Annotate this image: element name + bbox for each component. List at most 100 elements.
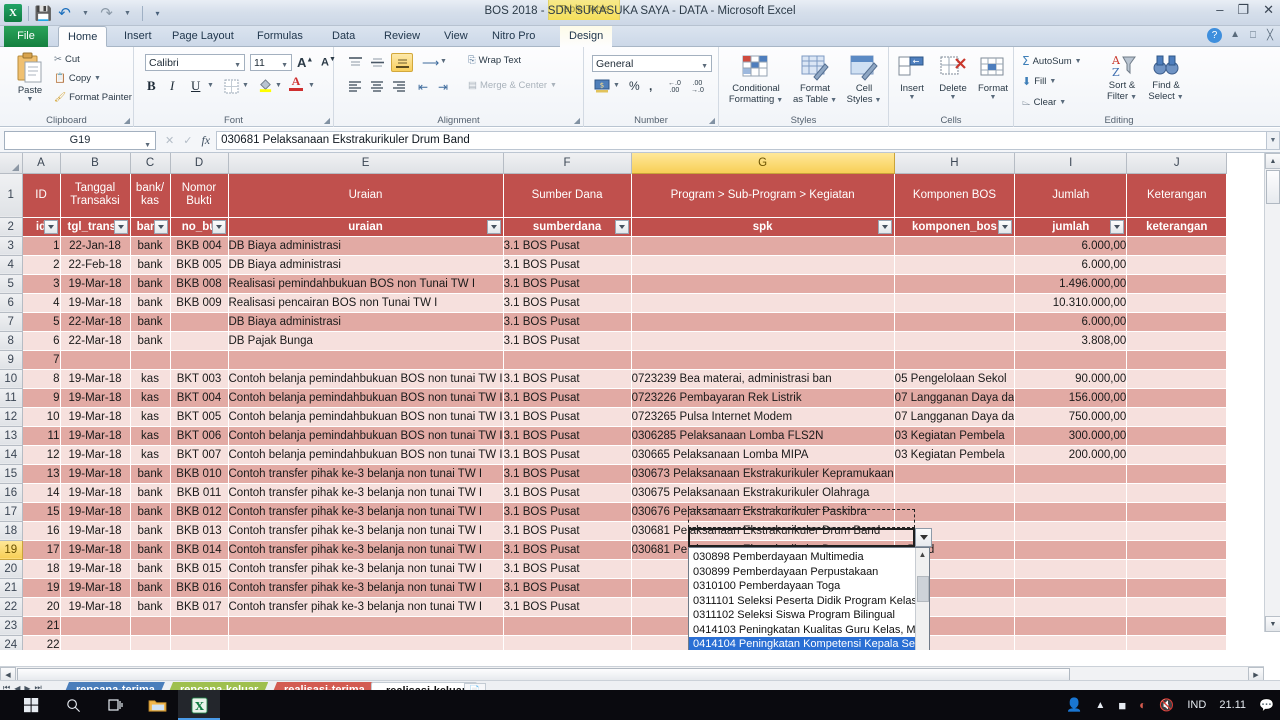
fill-color-button[interactable] <box>258 78 273 96</box>
table-row[interactable]: 20 18 19-Mar-18 bank BKB 015 Contoh transfer … <box>0 559 1228 579</box>
cell-uraian-r13[interactable]: Contoh belanja pemindahbukuan BOS non tu… <box>228 426 504 446</box>
dropdown-items[interactable]: 030898 Pemberdayaan Multimedia 030899 Pem… <box>689 548 929 650</box>
table-row[interactable]: 97 <box>0 350 1228 370</box>
number-dialog-launcher[interactable]: ◢ <box>709 116 715 125</box>
cell-sumber-dana-r22[interactable]: 3.1 BOS Pusat <box>503 597 632 617</box>
cell-nomor-bukti-r14[interactable]: BKT 007 <box>170 445 229 465</box>
fat-dropdown-icon[interactable]: ▼ <box>828 97 837 104</box>
cell-uraian-r12[interactable]: Contoh belanja pemindahbukuan BOS non tu… <box>228 407 504 427</box>
cell-sumber-dana-r23[interactable] <box>503 616 632 636</box>
cs-dropdown-icon[interactable]: ▼ <box>873 97 881 104</box>
cell-tanggal-r3[interactable]: 22-Jan-18 <box>60 236 131 256</box>
cell-komponen-bos-r11[interactable]: 07 Langganan Daya da <box>894 388 1016 408</box>
bold-button[interactable]: B <box>147 78 156 94</box>
cell-komponen-bos-r13[interactable]: 03 Kegiatan Pembela <box>894 426 1016 446</box>
cell-nomor-bukti-r11[interactable]: BKT 004 <box>170 388 229 408</box>
autosum-button[interactable]: Σ AutoSum ▼ <box>1022 54 1082 68</box>
format-painter-button[interactable]: 🖌 Format Painter <box>54 92 132 103</box>
cell-keterangan-r8[interactable] <box>1126 331 1228 351</box>
cell-tanggal-r15[interactable]: 19-Mar-18 <box>60 464 131 484</box>
find-select-dropdown-icon[interactable]: ▼ <box>1175 94 1184 101</box>
filter-button-tgl[interactable] <box>113 219 128 234</box>
cell-nomor-bukti-r15[interactable]: BKB 010 <box>170 464 229 484</box>
cell-program-kegiatan-r6[interactable] <box>631 293 895 313</box>
cell-nomor-bukti-r10[interactable]: BKT 003 <box>170 369 229 389</box>
vertical-scroll-thumb[interactable] <box>1266 170 1280 204</box>
cell-bank-kas-r13[interactable]: kas <box>130 426 171 446</box>
dropdown-scroll-thumb[interactable] <box>917 576 929 602</box>
fill-color-dropdown-icon[interactable]: ▼ <box>275 82 282 89</box>
cell-sumber-dana-r10[interactable]: 3.1 BOS Pusat <box>503 369 632 389</box>
cell-program-kegiatan-r5[interactable] <box>631 274 895 294</box>
cell-program-kegiatan-r8[interactable] <box>631 331 895 351</box>
grow-font-button[interactable]: A▲ <box>297 55 313 70</box>
cell-nomor-bukti-r6[interactable]: BKB 009 <box>170 293 229 313</box>
cell-keterangan-r22[interactable] <box>1126 597 1228 617</box>
insert-dropdown-icon[interactable]: ▼ <box>893 94 931 101</box>
scroll-down-button[interactable]: ▼ <box>1265 616 1280 632</box>
cell-komponen-bos-r3[interactable] <box>894 236 1016 256</box>
column-header-f[interactable]: F <box>503 153 632 174</box>
ribbon-tab-bar[interactable]: File Home Insert Page Layout Formulas Da… <box>0 26 1280 47</box>
cell-jumlah-r9[interactable] <box>1014 350 1128 370</box>
cell-uraian-r7[interactable]: DB Biaya administrasi <box>228 312 504 332</box>
dropdown-item[interactable]: 0414104 Peningkatan Kompetensi Kepala Se… <box>689 637 929 650</box>
cell-bank-kas-r11[interactable]: kas <box>130 388 171 408</box>
cell-tanggal-r12[interactable]: 19-Mar-18 <box>60 407 131 427</box>
row-header-7[interactable]: 7 <box>0 312 23 332</box>
network-offline-icon[interactable]: ◐ <box>1139 698 1146 712</box>
cell-program-kegiatan-r3[interactable] <box>631 236 895 256</box>
cell-bank-kas-r15[interactable]: bank <box>130 464 171 484</box>
cell-sumber-dana-r3[interactable]: 3.1 BOS Pusat <box>503 236 632 256</box>
insert-function-icon[interactable]: fx <box>201 133 210 148</box>
cell-tanggal-r6[interactable]: 19-Mar-18 <box>60 293 131 313</box>
cf-dropdown-icon[interactable]: ▼ <box>774 97 783 104</box>
cell-bank-kas-r18[interactable]: bank <box>130 521 171 541</box>
cell-id-r6[interactable]: 4 <box>22 293 61 313</box>
cell-bank-kas-r4[interactable]: bank <box>130 255 171 275</box>
cell-sumber-dana-r12[interactable]: 3.1 BOS Pusat <box>503 407 632 427</box>
cell-nomor-bukti-r24[interactable] <box>170 635 229 650</box>
cell-sumber-dana-r16[interactable]: 3.1 BOS Pusat <box>503 483 632 503</box>
table-row[interactable]: 11 9 19-Mar-18 kas BKT 004 Contoh belanja pem… <box>0 388 1228 408</box>
cell-nomor-bukti-r8[interactable] <box>170 331 229 351</box>
cell-jumlah-r7[interactable]: 6.000,00 <box>1014 312 1128 332</box>
cell-tanggal-r23[interactable] <box>60 616 131 636</box>
tab-formulas[interactable]: Formulas <box>248 26 312 47</box>
cell-bank-kas-r7[interactable]: bank <box>130 312 171 332</box>
cell-bank-kas-r14[interactable]: kas <box>130 445 171 465</box>
cell-tanggal-r21[interactable]: 19-Mar-18 <box>60 578 131 598</box>
column-header-e[interactable]: E <box>228 153 504 174</box>
cell-jumlah-r23[interactable] <box>1014 616 1128 636</box>
cell-tanggal-r24[interactable] <box>60 635 131 650</box>
cell-tanggal-r20[interactable]: 19-Mar-18 <box>60 559 131 579</box>
cell-program-kegiatan-r10[interactable]: 0723239 Bea materai, administrasi ban <box>631 369 895 389</box>
tab-data[interactable]: Data <box>323 26 364 47</box>
cell-nomor-bukti-r4[interactable]: BKB 005 <box>170 255 229 275</box>
cell-tanggal-r4[interactable]: 22-Feb-18 <box>60 255 131 275</box>
font-name-input[interactable]: Calibri ▼ <box>145 54 245 71</box>
row-header-11[interactable]: 11 <box>0 388 23 408</box>
cell-program-kegiatan-r13[interactable]: 0306285 Pelaksanaan Lomba FLS2N <box>631 426 895 446</box>
filter-button-sumberdana[interactable] <box>614 219 629 234</box>
table-row[interactable]: 24 22 <box>0 635 1228 650</box>
cell-bank-kas-r5[interactable]: bank <box>130 274 171 294</box>
font-color-dropdown-icon[interactable]: ▼ <box>308 82 315 89</box>
orientation-dropdown-icon[interactable]: ▼ <box>440 58 447 65</box>
cell-tanggal-r5[interactable]: 19-Mar-18 <box>60 274 131 294</box>
cell-tanggal-r18[interactable]: 19-Mar-18 <box>60 521 131 541</box>
alignment-dialog-launcher[interactable]: ◢ <box>574 116 580 125</box>
cell-sumber-dana-r15[interactable]: 3.1 BOS Pusat <box>503 464 632 484</box>
cell-tanggal-r9[interactable] <box>60 350 131 370</box>
dropdown-scrollbar[interactable]: ▲ ▼ <box>915 548 929 650</box>
row-header-14[interactable]: 14 <box>0 445 23 465</box>
close-button[interactable]: ✕ <box>1263 2 1274 18</box>
font-size-input[interactable]: 11 ▼ <box>250 54 292 71</box>
cell-nomor-bukti-r3[interactable]: BKB 004 <box>170 236 229 256</box>
dropdown-scroll-up-icon[interactable]: ▲ <box>916 548 929 561</box>
cell-jumlah-r13[interactable]: 300.000,00 <box>1014 426 1128 446</box>
dropdown-item[interactable]: 0311102 Seleksi Siswa Program Bilingual <box>689 608 929 623</box>
wrap-text-button[interactable]: ⎘ Wrap Text <box>468 55 521 66</box>
cell-keterangan-r24[interactable] <box>1126 635 1228 650</box>
italic-button[interactable]: I <box>170 78 174 94</box>
